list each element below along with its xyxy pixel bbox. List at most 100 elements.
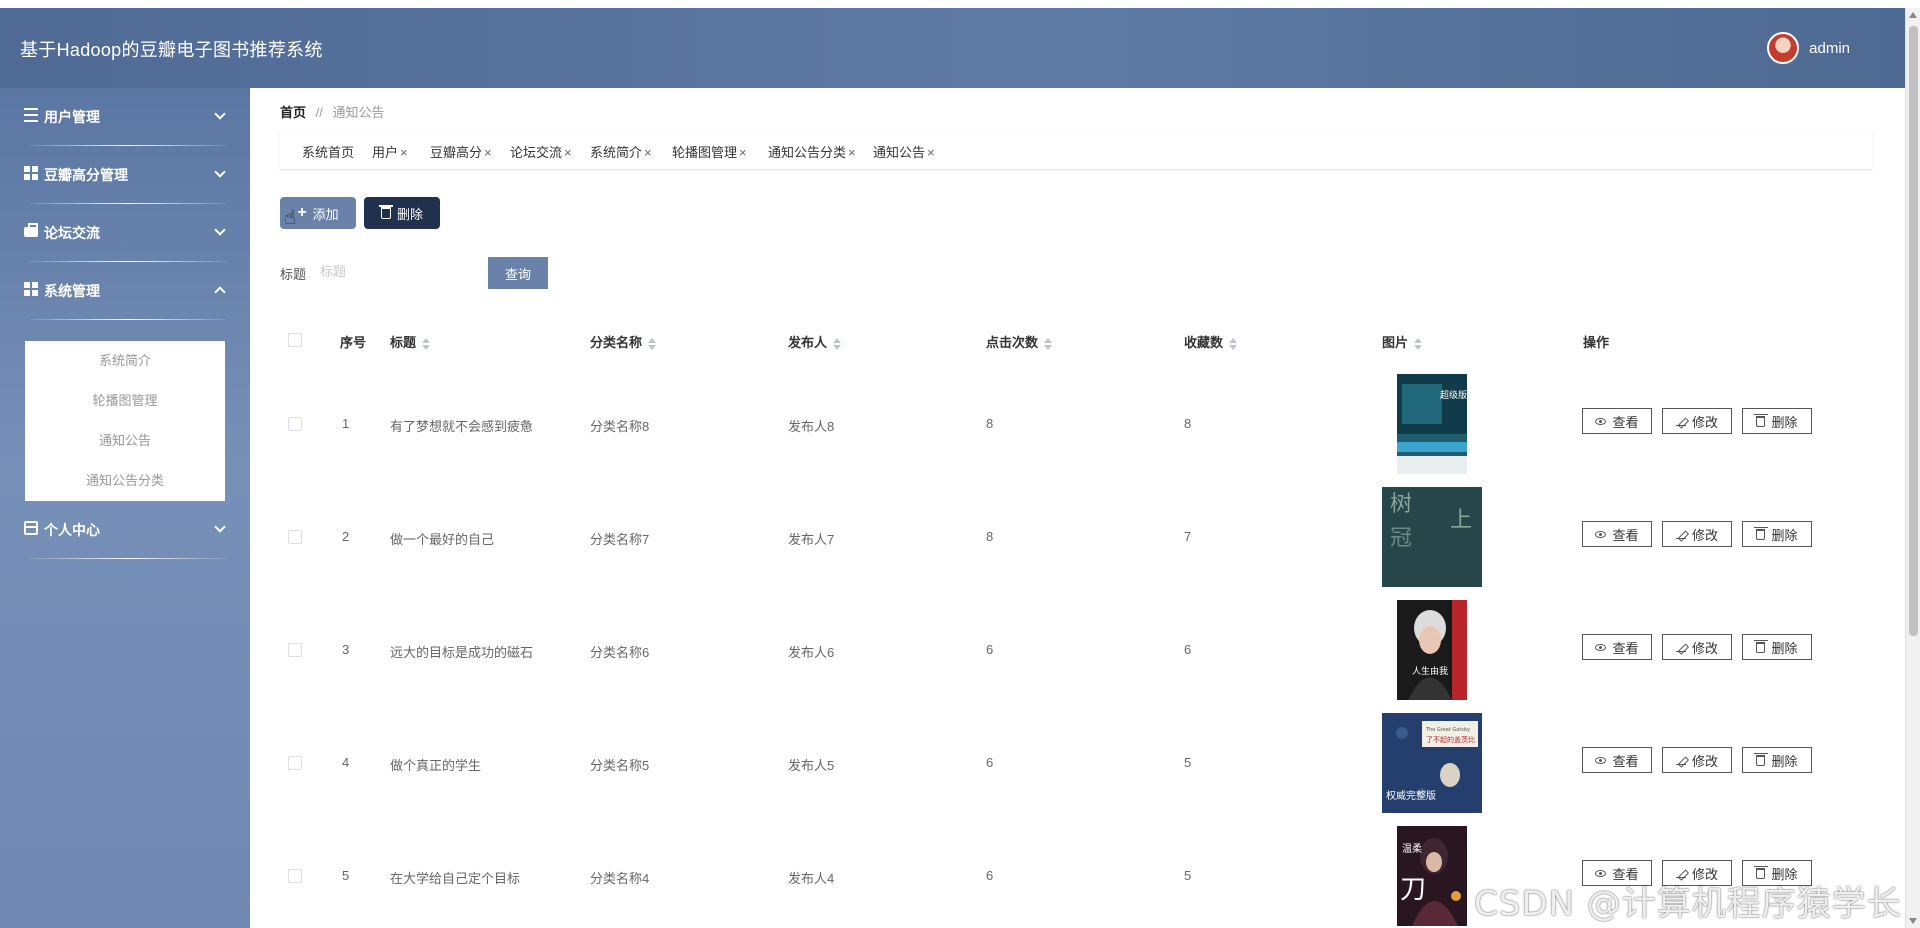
cover-title: The Great Gatsby [1425,727,1470,733]
sidebar-item-personal-center[interactable]: 个人中心 [0,501,250,559]
row-delete-button[interactable]: 删除 [1742,408,1812,434]
header-category[interactable]: 分类名称 [590,332,657,351]
header-label: 标题 [390,335,417,350]
header-clicks[interactable]: 点击次数 [986,332,1053,351]
close-icon[interactable]: × [644,145,652,160]
close-icon[interactable]: × [400,145,408,160]
user-menu[interactable]: admin [1767,32,1850,64]
submenu-item-carousel[interactable]: 轮播图管理 [25,381,225,421]
submenu-item-system-intro[interactable]: 系统简介 [25,341,225,381]
header-image[interactable]: 图片 [1382,332,1423,351]
view-button[interactable]: 查看 [1582,408,1652,434]
row-checkbox[interactable] [288,643,302,657]
header-favorites[interactable]: 收藏数 [1184,332,1238,351]
header-publisher[interactable]: 发布人 [788,332,842,351]
edit-button[interactable]: 修改 [1662,747,1732,773]
cover-title: 树 [1390,492,1412,517]
tab-home[interactable]: 系统首页 [302,142,354,161]
cell-favorites: 7 [1184,529,1192,544]
cell-clicks: 6 [986,868,994,883]
avatar[interactable] [1767,32,1800,64]
book-cover-image: The Great Gatsby 了不起的盖茨比 权威完整版 [1382,713,1482,813]
close-icon[interactable]: × [848,145,856,160]
tab-carousel[interactable]: 轮播图管理 × [672,142,747,161]
query-button[interactable]: 查询 [488,257,548,289]
scroll-up-arrow-icon[interactable] [1909,12,1917,18]
sort-icon[interactable] [1229,337,1238,350]
trash-icon [1754,526,1769,540]
row-checkbox[interactable] [288,530,302,544]
page-scrollbar[interactable] [1905,8,1920,928]
tab-users[interactable]: 用户 × [372,142,408,161]
view-button[interactable]: 查看 [1582,521,1652,547]
sidebar-item-forum[interactable]: 论坛交流 [0,204,250,262]
cover-title: 温柔 [1402,843,1422,855]
book-cover-image: 温柔 刀 [1382,826,1482,926]
delete-button-label: 删除 [396,206,423,222]
tab-douban[interactable]: 豆瓣高分 × [430,142,492,161]
book-cover-image: 超级版图 [1382,374,1482,474]
sort-icon[interactable] [1414,337,1423,350]
cell-favorites: 8 [1184,416,1192,431]
tab-forum[interactable]: 论坛交流 × [510,142,572,161]
close-icon[interactable]: × [927,145,935,160]
chevron-down-icon [214,224,226,236]
cell-category: 分类名称8 [590,419,650,434]
submenu-item-notice-category[interactable]: 通知公告分类 [25,461,225,501]
sort-icon[interactable] [1044,337,1053,350]
submenu-item-notice[interactable]: 通知公告 [25,421,225,461]
view-button[interactable]: 查看 [1582,747,1652,773]
cell-title: 在大学给自己定个目标 [390,871,521,886]
cover-title: 上 [1450,508,1472,533]
row-checkbox[interactable] [288,756,302,770]
header-title[interactable]: 标题 [390,332,431,351]
edit-button[interactable]: 修改 [1662,521,1732,547]
tab-notice[interactable]: 通知公告 × [873,142,935,161]
edit-button-label: 修改 [1691,414,1718,430]
select-all-checkbox[interactable] [288,333,302,347]
sidebar-item-douban-management[interactable]: 豆瓣高分管理 [0,146,250,204]
cell-title: 远大的目标是成功的磁石 [390,645,534,660]
delete-button[interactable]: 删除 [364,197,440,229]
sidebar: 用户管理 豆瓣高分管理 论坛交流 系统管理 系统简介 轮播图管理 通知公告 通知… [0,88,250,928]
close-icon[interactable]: × [564,145,572,160]
sidebar-item-user-management[interactable]: 用户管理 [0,88,250,146]
tab-system-intro[interactable]: 系统简介 × [590,142,652,161]
row-delete-button[interactable]: 删除 [1742,747,1812,773]
edit-button-label: 修改 [1691,640,1718,656]
sidebar-item-label: 论坛交流 [44,225,100,241]
row-checkbox[interactable] [288,417,302,431]
breadcrumb: 首页 // 通知公告 [280,102,385,121]
sort-icon[interactable] [648,337,657,350]
sidebar-item-label: 系统管理 [44,283,100,299]
cell-publisher: 发布人5 [788,758,835,773]
scroll-down-arrow-icon[interactable] [1909,918,1917,924]
view-button[interactable]: 查看 [1582,634,1652,660]
cell-index: 3 [342,642,350,657]
title-search-input[interactable] [320,256,470,286]
breadcrumb-home[interactable]: 首页 [280,105,306,120]
tab-label: 系统简介 [590,145,643,160]
username[interactable]: admin [1809,40,1850,57]
edit-button[interactable]: 修改 [1662,634,1732,660]
close-icon[interactable]: × [739,145,747,160]
cell-category: 分类名称5 [590,758,650,773]
tab-label: 通知公告 [873,145,926,160]
row-checkbox[interactable] [288,869,302,883]
sidebar-item-system-management[interactable]: 系统管理 [0,262,250,320]
tab-label: 用户 [372,145,399,160]
edit-icon [1675,642,1686,652]
divider [30,558,226,559]
sort-icon[interactable] [833,337,842,350]
cover-title: 权威完整版 [1386,789,1436,802]
row-delete-button[interactable]: 删除 [1742,634,1812,660]
view-button-label: 查看 [1612,640,1639,656]
trash-icon [1754,413,1769,427]
tab-notice-category[interactable]: 通知公告分类 × [768,142,856,161]
sort-icon[interactable] [422,337,431,350]
close-icon[interactable]: × [484,145,492,160]
edit-button[interactable]: 修改 [1662,408,1732,434]
cell-favorites: 5 [1184,868,1192,883]
row-delete-button[interactable]: 删除 [1742,521,1812,547]
scrollbar-thumb[interactable] [1909,26,1918,636]
